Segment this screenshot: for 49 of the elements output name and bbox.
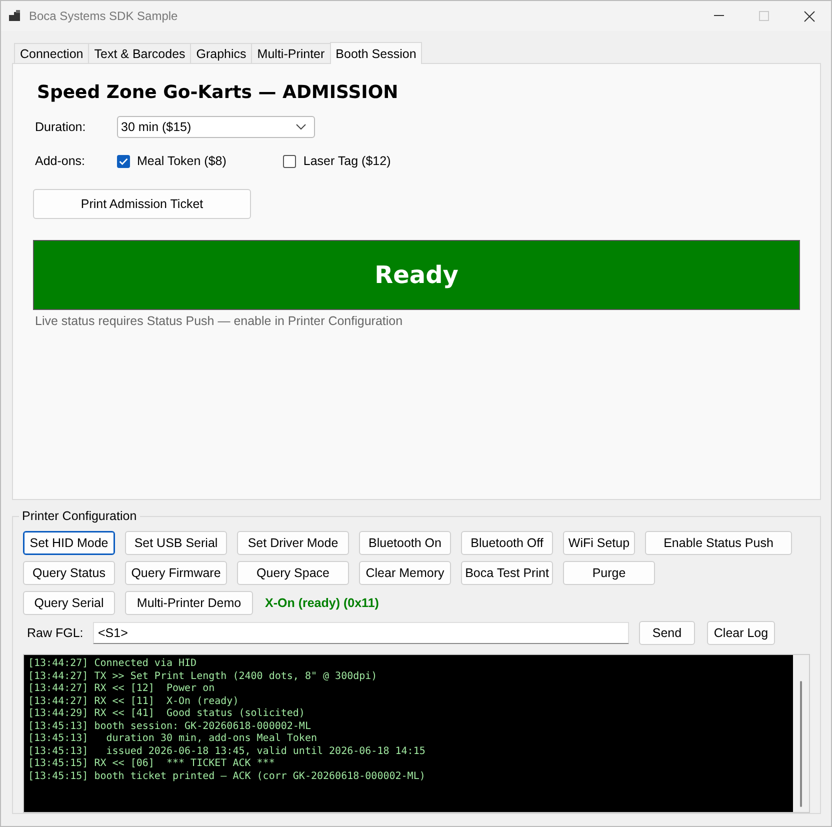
command-button[interactable]: Enable Status Push [645,531,792,555]
addon-checkbox[interactable]: Laser Tag ($12) [283,154,391,168]
addons-label: Add-ons: [34,154,86,168]
duration-dropdown[interactable]: 30 min ($15) [117,116,315,138]
raw-fgl-label: Raw FGL: [26,626,84,640]
command-button[interactable]: WiFi Setup [563,531,635,555]
log-line: [13:44:29] RX << [41] Good status (solicited) [28,708,306,720]
booth-heading: Speed Zone Go-Karts — ADMISSION [36,82,400,103]
command-button[interactable]: Query Status [23,561,115,585]
close-icon[interactable] [804,10,815,22]
command-button[interactable]: Purge [563,561,655,585]
log-line: [13:44:27] RX << [12] Power on [28,683,216,696]
status-note: Live status requires Status Push — enable in Printer Configuration [34,314,404,328]
raw-fgl-input[interactable]: <S1> [93,622,629,644]
log-line: [13:45:15] booth ticket printed — ACK (corr GK-20260618-000002-ML) [28,770,426,783]
command-button[interactable]: Bluetooth On [359,531,451,555]
group-title: Printer Configuration [19,509,140,523]
command-button[interactable]: Multi-Printer Demo [125,591,253,615]
tab[interactable]: Connection [14,43,90,63]
command-button[interactable]: Clear Memory [359,561,451,585]
log-line: [13:45:13] duration 30 min, add-ons Meal Token [28,733,318,746]
tab[interactable]: Graphics [190,43,252,63]
app-icon [9,10,21,22]
command-button[interactable]: Set Driver Mode [237,531,349,555]
minimize-icon[interactable] [714,15,724,17]
log-line: [13:44:27] Connected via HID [28,658,198,670]
tab[interactable]: Booth Session [330,42,422,64]
command-button[interactable]: Query Firmware [125,561,227,585]
printer-status: X-On (ready) (0x11) [265,596,379,610]
log-line: [13:44:27] TX >> Set Print Length (2400 dots, 8" @ 300dpi) [28,670,378,683]
status-banner: Ready [33,240,800,310]
window-title: Boca Systems SDK Sample [29,9,178,23]
send-button[interactable]: Send [639,621,695,645]
chevron-down-icon [296,124,306,130]
clear-log-button[interactable]: Clear Log [707,621,775,645]
print-ticket-button[interactable]: Print Admission Ticket [33,189,251,219]
command-button[interactable]: Set USB Serial [125,531,227,555]
log-line: [13:45:15] RX << [06] *** TICKET ACK *** [28,758,276,770]
command-button[interactable]: Query Serial [23,591,115,615]
addon-checkbox[interactable]: Meal Token ($8) [117,154,226,168]
log-line: [13:45:13] booth session: GK-20260618-000002-ML [28,720,312,733]
command-button[interactable]: Query Space [237,561,349,585]
scrollbar-thumb[interactable] [800,681,802,807]
command-button[interactable]: Boca Test Print [461,561,553,585]
command-button[interactable]: Bluetooth Off [461,531,553,555]
log-line: [13:44:27] RX << [11] X-On (ready) [28,696,240,708]
log-line: [13:45:13] issued 2026-06-18 13:45, valid until 2026-06-18 14:15 [28,746,426,758]
command-button[interactable]: Set HID Mode [23,531,115,555]
duration-label: Duration: [34,120,87,134]
